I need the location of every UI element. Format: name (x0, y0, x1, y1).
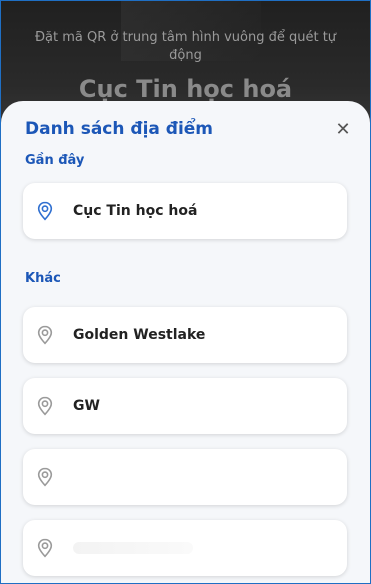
location-pin-icon (37, 325, 53, 345)
sheet-title: Danh sách địa điểm (25, 119, 214, 139)
scan-hint: Đặt mã QR ở trung tâm hình vuông để quét… (34, 30, 337, 63)
redacted-name (73, 542, 193, 554)
app-frame: Đặt mã QR ở trung tâm hình vuông để quét… (0, 0, 371, 584)
location-name: Golden Westlake (73, 327, 206, 343)
location-pin-icon (37, 467, 53, 487)
location-name: GW (73, 398, 100, 414)
location-pin-icon (37, 201, 53, 221)
location-item[interactable] (23, 449, 347, 505)
section-other: Khác (25, 271, 61, 286)
location-item-recent[interactable]: Cục Tin học hoá (23, 183, 347, 239)
location-list-sheet: Danh sách địa điểm ✕ Gần đây Cục Tin học… (1, 101, 370, 583)
location-item[interactable] (23, 520, 347, 576)
location-pin-icon (37, 538, 53, 558)
background-place-name: Cục Tin học hoá (78, 75, 293, 103)
location-pin-icon (37, 396, 53, 416)
location-name: Cục Tin học hoá (73, 203, 198, 219)
location-item[interactable]: Golden Westlake (23, 307, 347, 363)
close-icon[interactable]: ✕ (332, 119, 354, 141)
section-recent: Gần đây (25, 153, 85, 168)
location-item[interactable]: GW (23, 378, 347, 434)
